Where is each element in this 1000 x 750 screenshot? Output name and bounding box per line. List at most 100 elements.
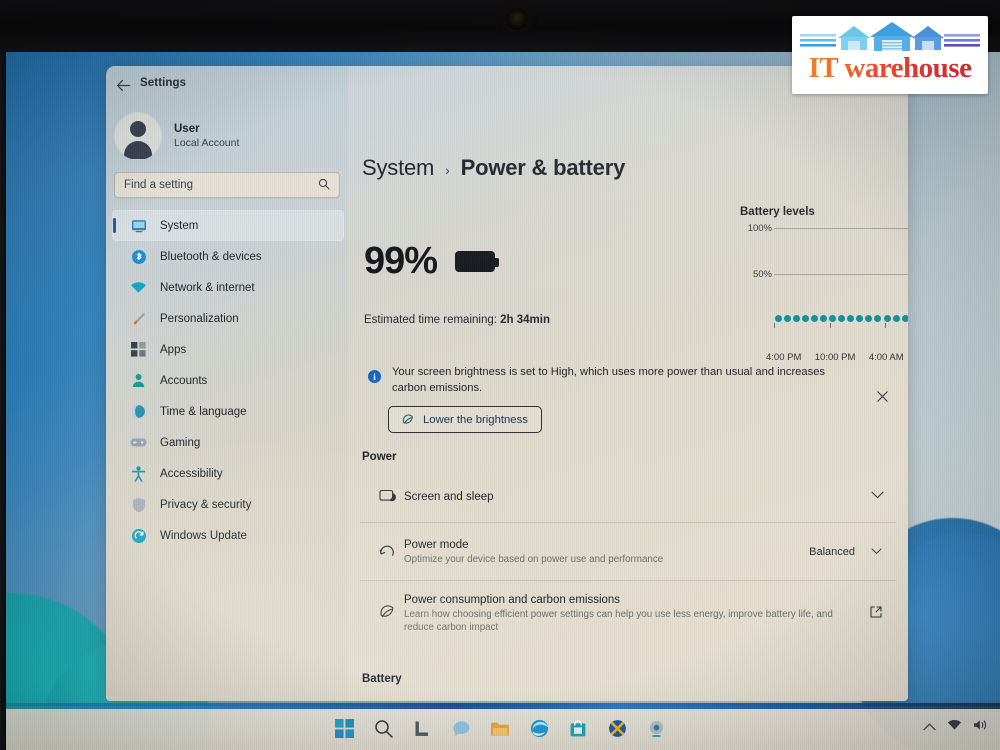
- sidebar-item-time-language[interactable]: Time & language: [112, 396, 344, 427]
- lower-brightness-label: Lower the brightness: [423, 413, 528, 426]
- chart-data-point: [793, 315, 801, 323]
- account-block[interactable]: User Local Account: [114, 112, 239, 160]
- sidebar-item-gaming[interactable]: Gaming: [112, 427, 344, 458]
- edge-browser[interactable]: [528, 718, 550, 740]
- battery-estimate-value: 2h 34min: [500, 314, 550, 326]
- battery-percent: 99%: [364, 240, 438, 282]
- taskbar-accent-strip: [0, 703, 1000, 709]
- search-box[interactable]: [114, 172, 340, 198]
- brightness-notification-banner: i Your screen brightness is set to High,…: [360, 364, 894, 436]
- chart-data-point: [874, 315, 882, 323]
- row-subtitle: Learn how choosing efficient power setti…: [404, 609, 833, 633]
- chart-data-point: [901, 315, 908, 323]
- breadcrumb: System › Power & battery: [362, 155, 625, 181]
- sidebar-item-label: Windows Update: [160, 529, 247, 542]
- section-heading-power: Power: [362, 451, 397, 463]
- leaf-icon: [402, 412, 415, 427]
- x-axis-tick: [829, 323, 831, 328]
- sidebar-item-label: Accessibility: [160, 467, 223, 480]
- row-title: Power consumption and carbon emissions: [404, 594, 621, 606]
- sidebar-item-label: Gaming: [160, 436, 201, 449]
- taskbar-icons: [333, 718, 667, 740]
- display-icon: [130, 217, 147, 234]
- chat-button[interactable]: [450, 718, 472, 740]
- shield-icon: [130, 496, 147, 513]
- user-avatar-icon: [114, 112, 162, 160]
- bluetooth-icon: [130, 248, 147, 265]
- sidebar-item-personalization[interactable]: Personalization: [112, 303, 344, 334]
- x-tick-label: 4:00 AM: [868, 352, 904, 363]
- x-axis-labels: 4:00 PM 10:00 PM 4:00 AM 10:00 AM 4:00 P…: [766, 352, 908, 363]
- row-title: Power mode: [404, 539, 469, 551]
- chart-data-point: [829, 315, 837, 323]
- search-input[interactable]: [124, 179, 318, 191]
- account-type: Local Account: [174, 137, 240, 149]
- chart-data-point: [883, 315, 891, 323]
- account-name: User: [174, 123, 200, 135]
- sidebar-item-network-internet[interactable]: Network & internet: [112, 272, 344, 303]
- chart-data-point: [802, 315, 810, 323]
- screen-sleep-icon: [370, 489, 404, 504]
- sidebar-item-label: System: [160, 219, 199, 232]
- system-tray: [923, 719, 988, 734]
- x-tick-label: 10:00 PM: [814, 352, 856, 363]
- speaker-icon[interactable]: [973, 719, 988, 734]
- leaf-icon: [370, 602, 404, 618]
- sidebar-item-apps[interactable]: Apps: [112, 334, 344, 365]
- chart-data-point: [865, 315, 873, 323]
- xbox-app[interactable]: [606, 718, 628, 740]
- info-icon: i: [368, 370, 381, 383]
- gamepad-icon: [130, 434, 147, 451]
- it-warehouse-watermark: IT warehouse: [792, 16, 988, 94]
- back-arrow-icon[interactable]: [112, 74, 134, 96]
- chart-data-point: [811, 315, 819, 323]
- row-power-consumption-carbon[interactable]: Power consumption and carbon emissions L…: [360, 580, 896, 646]
- open-external-icon[interactable]: [870, 606, 882, 621]
- row-battery-saver[interactable]: Battery saver Turns on at 20%: [360, 692, 896, 701]
- row-screen-and-sleep[interactable]: Screen and sleep: [360, 470, 896, 522]
- wifi-icon[interactable]: [947, 719, 962, 734]
- chevron-right-icon: ›: [445, 162, 450, 178]
- lower-the-brightness-button[interactable]: Lower the brightness: [388, 406, 542, 433]
- sidebar-item-windows-update[interactable]: Windows Update: [112, 520, 344, 551]
- sidebar-item-label: Network & internet: [160, 281, 255, 294]
- chevron-up-icon[interactable]: [923, 720, 936, 734]
- sidebar-item-label: Apps: [160, 343, 187, 356]
- chart-data-point: [838, 315, 846, 323]
- person-icon: [130, 372, 147, 389]
- y-axis-label-100: 100%: [747, 223, 772, 234]
- sidebar-item-privacy-security[interactable]: Privacy & security: [112, 489, 344, 520]
- clock-globe-icon: [130, 403, 147, 420]
- laptop-bezel-left: [0, 52, 6, 750]
- row-title: Screen and sleep: [404, 491, 494, 503]
- chevron-down-icon[interactable]: [871, 490, 884, 502]
- laptop-screen: ews y Cou... Settings User Local Account: [0, 48, 1000, 750]
- chevron-down-icon[interactable]: [871, 546, 882, 558]
- start-button[interactable]: [333, 718, 355, 740]
- section-heading-battery: Battery: [362, 673, 402, 685]
- task-view-button[interactable]: [411, 718, 433, 740]
- chart-data-point: [820, 315, 828, 323]
- settings-app[interactable]: [645, 718, 667, 740]
- sidebar-item-label: Privacy & security: [160, 498, 252, 511]
- row-power-mode[interactable]: Power mode Optimize your device based on…: [360, 522, 896, 580]
- file-explorer[interactable]: [489, 718, 511, 740]
- sidebar-item-label: Accounts: [160, 374, 208, 387]
- chart-data-point: [775, 315, 783, 323]
- sidebar-item-label: Personalization: [160, 312, 239, 325]
- breadcrumb-root[interactable]: System: [362, 155, 434, 181]
- search-button[interactable]: [372, 718, 394, 740]
- battery-levels-chart: Battery levels View detailed info 100% 5…: [732, 206, 908, 366]
- sidebar-item-accessibility[interactable]: Accessibility: [112, 458, 344, 489]
- microsoft-store[interactable]: [567, 718, 589, 740]
- warehouse-buildings-logo: [792, 20, 988, 56]
- sidebar-item-bluetooth-devices[interactable]: Bluetooth & devices: [112, 241, 344, 272]
- sidebar-item-system[interactable]: System: [112, 210, 344, 241]
- laptop-photo: ews y Cou... Settings User Local Account: [0, 0, 1000, 750]
- app-title: Settings: [140, 77, 187, 89]
- webcam-icon: [506, 8, 528, 30]
- sidebar-item-accounts[interactable]: Accounts: [112, 365, 344, 396]
- apps-grid-icon: [130, 341, 147, 358]
- close-icon[interactable]: [877, 390, 888, 405]
- brand-text: IT warehouse: [792, 52, 988, 85]
